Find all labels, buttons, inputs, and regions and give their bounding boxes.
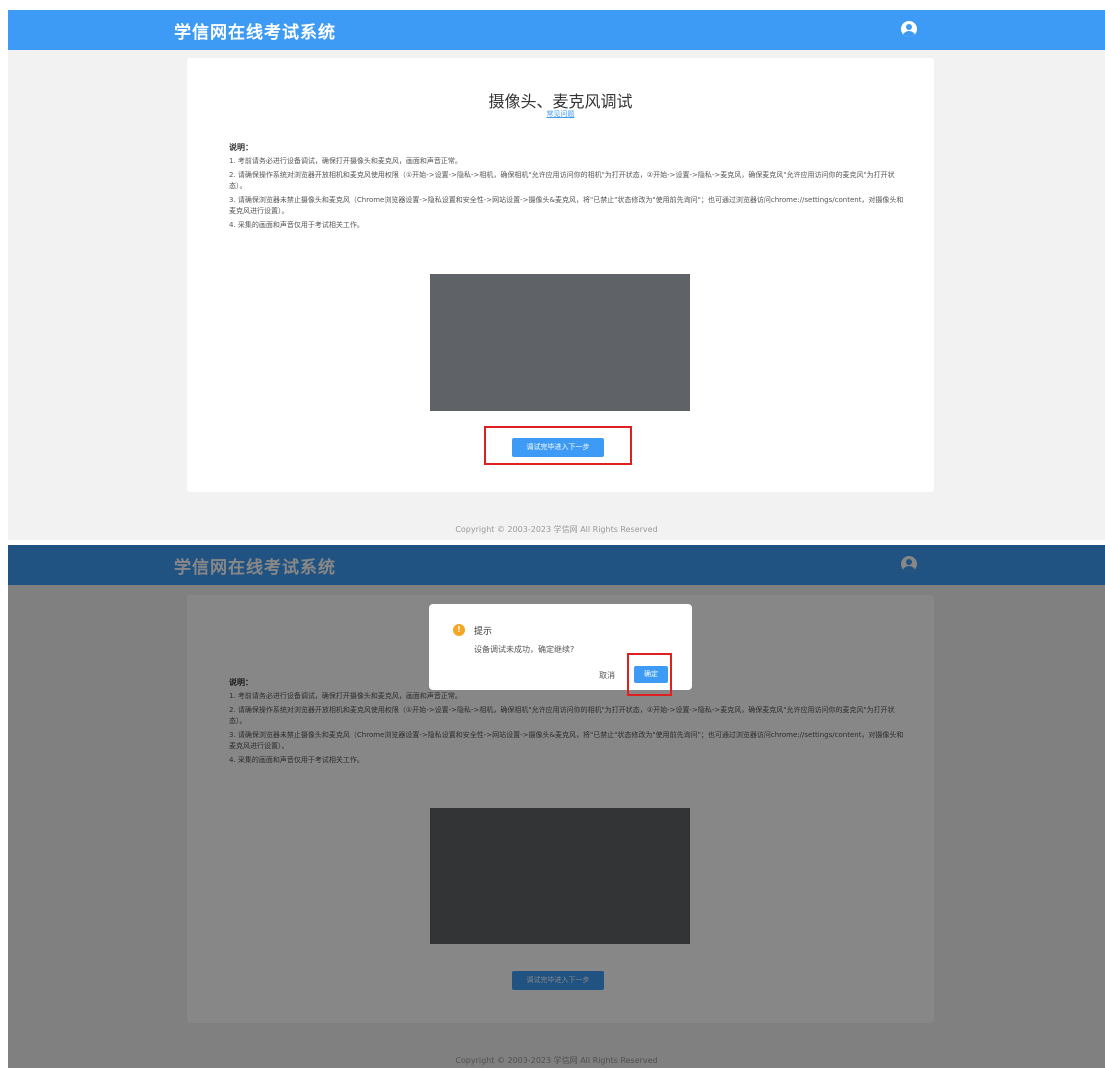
dialog-message: 设备调试未成功，确定继续? bbox=[474, 645, 575, 654]
dialog-title: 提示 bbox=[474, 627, 493, 637]
highlight-box bbox=[484, 426, 632, 465]
instruction-item: 1. 考前请务必进行设备调试，确保打开摄像头和麦克风，画面和声音正常。 bbox=[229, 157, 462, 165]
app-title: 学信网在线考试系统 bbox=[174, 23, 336, 43]
instructions: 说明： 1. 考前请务必进行设备调试，确保打开摄像头和麦克风，画面和声音正常。 … bbox=[229, 142, 904, 234]
device-test-card: 摄像头、麦克风调试 常见问题 说明： 1. 考前请务必进行设备调试，确保打开摄像… bbox=[187, 58, 934, 492]
faq-link[interactable]: 常见问题 bbox=[187, 109, 934, 119]
warning-icon: ! bbox=[453, 624, 465, 636]
instruction-item: 4. 采集的画面和声音仅用于考试相关工作。 bbox=[229, 221, 364, 229]
cancel-button[interactable]: 取消 bbox=[599, 670, 615, 681]
copyright-footer: Copyright © 2003-2023 学信网 All Rights Res… bbox=[455, 525, 658, 534]
instructions-heading: 说明： bbox=[229, 143, 253, 152]
screenshot-confirm-dialog: 学信网在线考试系统 说明： 1. 考前请务必进行设备调试，确保打开摄像头和麦克风… bbox=[8, 545, 1105, 1068]
top-header: 学信网在线考试系统 bbox=[8, 10, 1105, 50]
instruction-item: 3. 请确保浏览器未禁止摄像头和麦克风（Chrome浏览器设置->隐私设置和安全… bbox=[229, 196, 904, 215]
user-circle-icon[interactable] bbox=[901, 21, 917, 37]
instruction-item: 2. 请确保操作系统对浏览器开放相机和麦克风使用权限（①开始->设置->隐私->… bbox=[229, 171, 895, 190]
confirm-dialog: ! 提示 设备调试未成功，确定继续? 取消 确定 bbox=[429, 604, 692, 696]
screenshot-device-test: 学信网在线考试系统 摄像头、麦克风调试 常见问题 说明： 1. 考前请务必进行设… bbox=[8, 10, 1105, 540]
highlight-box bbox=[627, 653, 672, 696]
camera-preview bbox=[430, 274, 690, 411]
